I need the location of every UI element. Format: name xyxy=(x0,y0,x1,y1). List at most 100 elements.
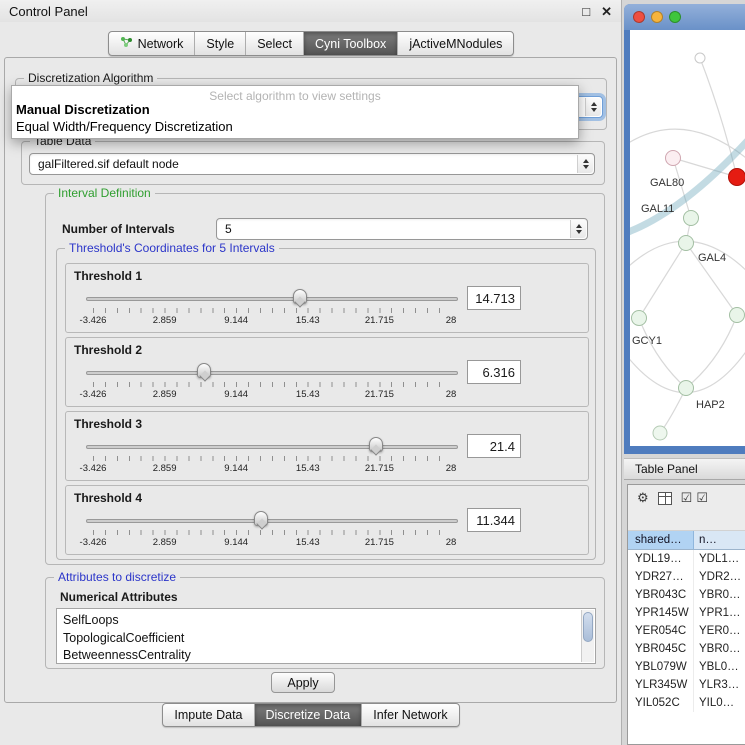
table-row[interactable]: YBR043CYBR0… xyxy=(628,586,745,604)
threshold-2-value-field[interactable]: 6.316 xyxy=(467,360,521,384)
slider-track xyxy=(86,519,458,523)
combo-stepper-icon[interactable] xyxy=(577,155,593,173)
slider-thumb[interactable] xyxy=(369,437,383,452)
slider-thumb[interactable] xyxy=(254,511,268,526)
close-traffic-light-icon[interactable] xyxy=(633,11,645,23)
cell[interactable]: YBL079W xyxy=(628,658,694,676)
table-row[interactable]: YPR145WYPR1… xyxy=(628,604,745,622)
scrollbar-thumb[interactable] xyxy=(583,612,593,642)
tab-network-label: Network xyxy=(138,37,184,51)
network-node xyxy=(684,211,699,226)
threshold-2-group: Threshold 2 -3.426 2.859 9.144 15.43 21.… xyxy=(65,337,589,407)
cell[interactable]: YIL0… xyxy=(694,694,745,712)
slider-scale: -3.426 2.859 9.144 15.43 21.715 28 xyxy=(93,537,451,549)
combo-stepper-icon[interactable] xyxy=(585,98,601,116)
checkbox-icon[interactable]: ☑ xyxy=(681,491,693,505)
node-label: HAP2 xyxy=(696,399,725,411)
table-data-combobox[interactable]: galFiltered.sif default node xyxy=(29,153,595,175)
tab-select[interactable]: Select xyxy=(245,32,303,55)
cell[interactable]: YLR345W xyxy=(628,676,694,694)
column-header-name[interactable]: n… xyxy=(694,531,745,550)
combo-stepper-icon[interactable] xyxy=(570,220,586,238)
threshold-4-slider[interactable]: -3.426 2.859 9.144 15.43 21.715 28 xyxy=(86,510,458,552)
cell[interactable]: YDR2… xyxy=(694,568,745,586)
slider-thumb[interactable] xyxy=(197,363,211,378)
scale-label: 15.43 xyxy=(296,463,320,474)
cell[interactable]: YPR145W xyxy=(628,604,694,622)
scale-label: 9.144 xyxy=(224,463,248,474)
table-row[interactable]: YBR045CYBR0… xyxy=(628,640,745,658)
threshold-3-slider[interactable]: -3.426 2.859 9.144 15.43 21.715 28 xyxy=(86,436,458,478)
list-item[interactable]: SelfLoops xyxy=(63,612,595,630)
columns-icon[interactable] xyxy=(658,492,672,505)
scale-label: 15.43 xyxy=(296,389,320,400)
gear-icon[interactable]: ⚙ xyxy=(637,491,649,505)
column-header-shared-name[interactable]: shared… xyxy=(628,531,694,550)
tab-cyni-toolbox[interactable]: Cyni Toolbox xyxy=(303,32,397,55)
window-title: Control Panel xyxy=(9,4,571,19)
threshold-4-group: Threshold 4 -3.426 2.859 9.144 15.43 21.… xyxy=(65,485,589,555)
minimize-traffic-light-icon[interactable] xyxy=(651,11,663,23)
threshold-1-slider[interactable]: -3.426 2.859 9.144 15.43 21.715 28 xyxy=(86,288,458,330)
cell[interactable]: YBR045C xyxy=(628,640,694,658)
list-scrollbar[interactable] xyxy=(581,610,594,662)
tab-discretize-data[interactable]: Discretize Data xyxy=(254,704,362,726)
numerical-attributes-list[interactable]: SelfLoops TopologicalCoefficient Between… xyxy=(56,608,596,664)
zoom-traffic-light-icon[interactable] xyxy=(669,11,681,23)
float-window-icon[interactable]: □ xyxy=(582,5,590,18)
scale-label: 2.859 xyxy=(153,463,177,474)
cell[interactable]: YBR0… xyxy=(694,586,745,604)
cell[interactable]: YER054C xyxy=(628,622,694,640)
list-item[interactable]: BetweennessCentrality xyxy=(63,647,595,664)
tab-infer-network[interactable]: Infer Network xyxy=(361,704,458,726)
tab-network[interactable]: Network xyxy=(109,32,195,55)
scale-label: 2.859 xyxy=(153,537,177,548)
cell[interactable]: YBR0… xyxy=(694,640,745,658)
thresholds-group: Threshold's Coordinates for 5 Intervals … xyxy=(56,248,596,560)
apply-button[interactable]: Apply xyxy=(271,672,335,693)
slider-track xyxy=(86,371,458,375)
threshold-3-value-field[interactable]: 21.4 xyxy=(467,434,521,458)
close-icon[interactable]: ✕ xyxy=(601,5,612,18)
cell[interactable]: YPR1… xyxy=(694,604,745,622)
scale-label: 28 xyxy=(446,315,457,326)
cell[interactable]: YBR043C xyxy=(628,586,694,604)
threshold-4-value-field[interactable]: 11.344 xyxy=(467,508,521,532)
cell[interactable]: YER0… xyxy=(694,622,745,640)
node-label: GAL11 xyxy=(641,203,674,215)
dropdown-option-manual-discretization[interactable]: Manual Discretization xyxy=(12,101,578,118)
scale-label: 28 xyxy=(446,537,457,548)
discretization-algorithm-group-title: Discretization Algorithm xyxy=(24,71,157,85)
network-icon xyxy=(120,36,133,51)
tab-impute-data[interactable]: Impute Data xyxy=(163,704,253,726)
cell[interactable]: YIL052C xyxy=(628,694,694,712)
tab-jactivemodules[interactable]: jActiveMNodules xyxy=(397,32,513,55)
table-row[interactable]: YDR27…YDR2… xyxy=(628,568,745,586)
cell[interactable]: YLR3… xyxy=(694,676,745,694)
table-row[interactable]: YBL079WYBL0… xyxy=(628,658,745,676)
network-view-titlebar xyxy=(624,4,745,30)
table-row[interactable]: YIL052CYIL0… xyxy=(628,694,745,712)
network-node xyxy=(666,151,681,166)
table-row[interactable]: YER054CYER0… xyxy=(628,622,745,640)
app-root: Control Panel □ ✕ Network Style Select C… xyxy=(0,0,745,745)
control-panel-window: Control Panel □ ✕ Network Style Select C… xyxy=(0,0,622,745)
cell[interactable]: YDL1… xyxy=(694,550,745,568)
checkbox-icon[interactable]: ☑ xyxy=(696,491,708,505)
slider-thumb[interactable] xyxy=(293,289,307,304)
list-item[interactable]: TopologicalCoefficient xyxy=(63,630,595,648)
network-canvas[interactable]: GAL80 GAL11 GAL4 GCY1 HAP2 xyxy=(630,30,745,446)
dropdown-option-equal-width[interactable]: Equal Width/Frequency Discretization xyxy=(12,118,578,135)
threshold-1-value-field[interactable]: 14.713 xyxy=(467,286,521,310)
table-row[interactable]: YLR345WYLR3… xyxy=(628,676,745,694)
cell[interactable]: YDL19… xyxy=(628,550,694,568)
network-node xyxy=(695,53,705,63)
threshold-2-slider[interactable]: -3.426 2.859 9.144 15.43 21.715 28 xyxy=(86,362,458,404)
cell[interactable]: YDR27… xyxy=(628,568,694,586)
control-panel-titlebar: Control Panel □ ✕ xyxy=(0,0,621,22)
number-of-intervals-combobox[interactable]: 5 xyxy=(216,218,588,240)
cell[interactable]: YBL0… xyxy=(694,658,745,676)
table-row[interactable]: YDL19…YDL1… xyxy=(628,550,745,568)
tab-style[interactable]: Style xyxy=(194,32,245,55)
scale-label: 9.144 xyxy=(224,389,248,400)
